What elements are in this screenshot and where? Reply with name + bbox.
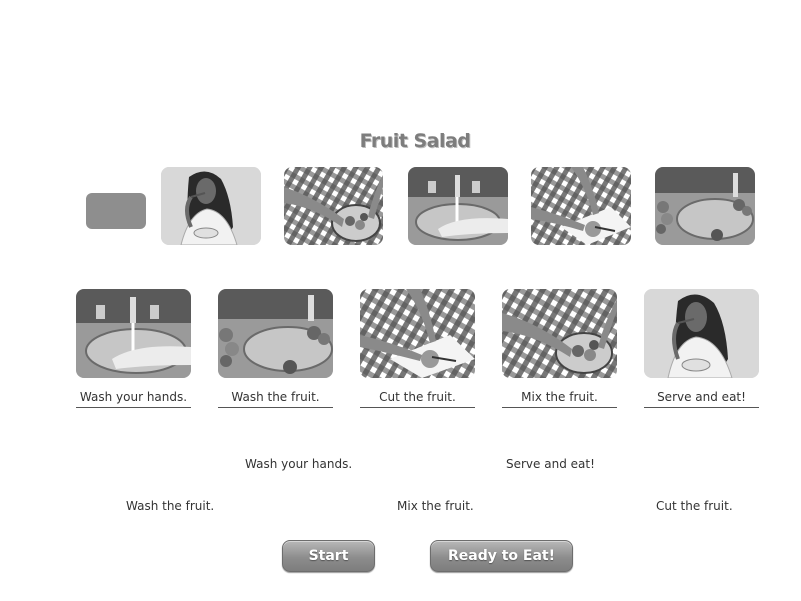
step-caption: Wash your hands. [76, 390, 191, 408]
word-bank-item[interactable]: Serve and eat! [506, 457, 595, 471]
start-button[interactable]: Start [282, 540, 375, 572]
washing-hands-icon [76, 289, 191, 378]
mixing-fruit-icon [502, 289, 617, 378]
step-caption: Wash the fruit. [218, 390, 333, 408]
step-caption: Cut the fruit. [360, 390, 475, 408]
step-caption: Mix the fruit. [502, 390, 617, 408]
ready-to-eat-button[interactable]: Ready to Eat! [430, 540, 573, 572]
empty-slot[interactable] [86, 193, 146, 229]
word-bank-item[interactable]: Wash your hands. [245, 457, 352, 471]
step-caption: Serve and eat! [644, 390, 759, 408]
word-bank-item[interactable]: Mix the fruit. [397, 499, 474, 513]
cutting-fruit-icon [360, 289, 475, 378]
mixing-fruit-icon[interactable] [284, 167, 383, 245]
activity-title: Fruit Salad [359, 130, 471, 152]
washing-fruit-icon[interactable] [655, 167, 755, 245]
word-bank-item[interactable]: Wash the fruit. [126, 499, 214, 513]
cutting-fruit-icon[interactable] [531, 167, 631, 245]
girl-eating-icon [644, 289, 759, 378]
washing-fruit-icon [218, 289, 333, 378]
washing-hands-icon[interactable] [408, 167, 508, 245]
girl-eating-icon[interactable] [161, 167, 261, 245]
word-bank-item[interactable]: Cut the fruit. [656, 499, 733, 513]
